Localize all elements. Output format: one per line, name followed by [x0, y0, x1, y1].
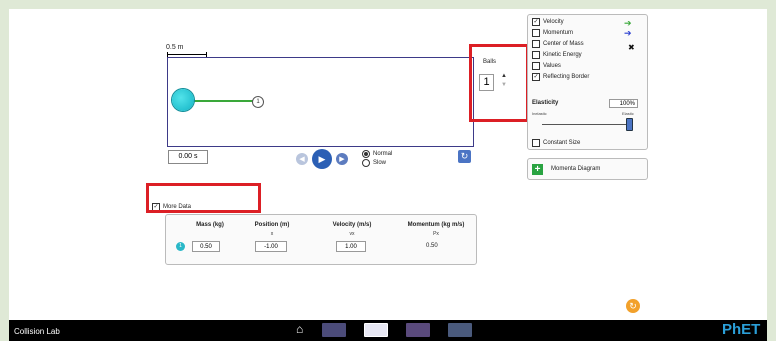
checkbox-checked-icon: ✓ [532, 73, 540, 81]
app-title: Collision Lab [14, 327, 60, 336]
mass-input[interactable]: 0.50 [192, 241, 220, 252]
option-momentum[interactable]: Momentum [532, 29, 573, 37]
checkbox-icon [532, 62, 540, 70]
checkbox-icon [532, 51, 540, 59]
option-label: Velocity [543, 19, 564, 25]
collision-arena[interactable] [167, 57, 474, 147]
header-velocity: Velocity (m/s) [332, 222, 372, 228]
table-ball-icon: 1 [176, 242, 185, 251]
home-icon[interactable]: ⌂ [296, 322, 303, 336]
option-label: Center of Mass [543, 41, 584, 47]
play-icon: ▶ [318, 153, 326, 164]
radio-dot [362, 150, 370, 158]
speed-normal-radio[interactable]: Normal [362, 150, 392, 158]
sub-velocity: vx [349, 231, 355, 237]
speed-slow-radio[interactable]: Slow [362, 159, 386, 167]
header-mass: Mass (kg) [196, 222, 224, 228]
step-back-button[interactable]: ◀ [296, 153, 308, 165]
momentum-value: 0.50 [426, 243, 438, 249]
option-velocity[interactable]: ✓ Velocity [532, 18, 564, 26]
reset-all-icon: ↻ [629, 301, 637, 311]
reset-button[interactable]: ↻ [458, 150, 471, 163]
elasticity-value: 100% [609, 99, 638, 108]
option-center-of-mass[interactable]: Center of Mass [532, 40, 584, 48]
screen-explore-2d-icon[interactable] [406, 323, 430, 337]
elasticity-left-label: Inelastic [532, 111, 547, 116]
option-label: Kinetic Energy [543, 52, 582, 58]
step-back-icon: ◀ [299, 156, 305, 163]
play-button[interactable]: ▶ [312, 149, 332, 169]
speed-slow-label: Slow [373, 160, 387, 166]
reset-all-button[interactable]: ↻ [626, 299, 640, 313]
elasticity-label: Elasticity [532, 100, 559, 106]
position-input[interactable]: -1.00 [255, 241, 287, 252]
phet-logo[interactable]: PhET [722, 321, 760, 338]
elasticity-slider-track[interactable] [542, 124, 632, 125]
step-forward-button[interactable]: ▶ [336, 153, 348, 165]
time-display: 0.00 s [168, 150, 208, 164]
checkbox-icon [532, 40, 540, 48]
elasticity-right-label: Elastic [622, 111, 634, 116]
velocity-input[interactable]: 1.00 [336, 241, 366, 252]
ball-1[interactable] [172, 89, 194, 111]
option-kinetic-energy[interactable]: Kinetic Energy [532, 51, 582, 59]
highlight-balls [469, 44, 529, 122]
option-label: Values [543, 63, 561, 69]
option-label: Reflecting Border [543, 74, 590, 80]
speed-normal-label: Normal [373, 151, 393, 157]
option-label: Constant Size [543, 140, 581, 146]
velocity-vector [183, 100, 257, 102]
radio-dot [362, 159, 370, 167]
sim-screen [9, 9, 767, 320]
screen-inelastic-icon[interactable] [448, 323, 472, 337]
screen-explore-1d-icon[interactable] [322, 323, 346, 337]
navigation-bar [9, 320, 767, 341]
checkbox-icon [532, 29, 540, 37]
option-values[interactable]: Values [532, 62, 561, 70]
scale-bar [167, 52, 207, 58]
screen-intro-icon[interactable] [364, 323, 388, 337]
step-forward-icon: ▶ [339, 156, 345, 163]
header-momentum: Momentum (kg m/s) [407, 222, 465, 228]
velocity-handle[interactable]: 1 [252, 96, 264, 108]
scale-label: 0.5 m [166, 44, 184, 51]
header-position: Position (m) [254, 222, 290, 228]
option-reflecting-border[interactable]: ✓ Reflecting Border [532, 73, 589, 81]
highlight-more-data [146, 183, 261, 213]
plus-icon: + [532, 163, 543, 175]
checkbox-checked-icon: ✓ [532, 18, 540, 26]
checkbox-icon [532, 139, 540, 147]
momenta-diagram-button[interactable]: + Momenta Diagram [527, 158, 648, 180]
option-label: Momentum [543, 30, 574, 36]
option-constant-size[interactable]: Constant Size [532, 139, 580, 147]
sub-momentum: Px [433, 231, 439, 237]
center-of-mass-icon: ✖ [628, 43, 635, 52]
reset-icon: ↻ [460, 151, 469, 161]
momentum-arrow-icon: ➔ [624, 28, 632, 38]
sub-position: x [270, 231, 274, 237]
elasticity-slider-thumb[interactable] [626, 118, 633, 131]
momenta-diagram-label: Momenta Diagram [551, 166, 601, 172]
